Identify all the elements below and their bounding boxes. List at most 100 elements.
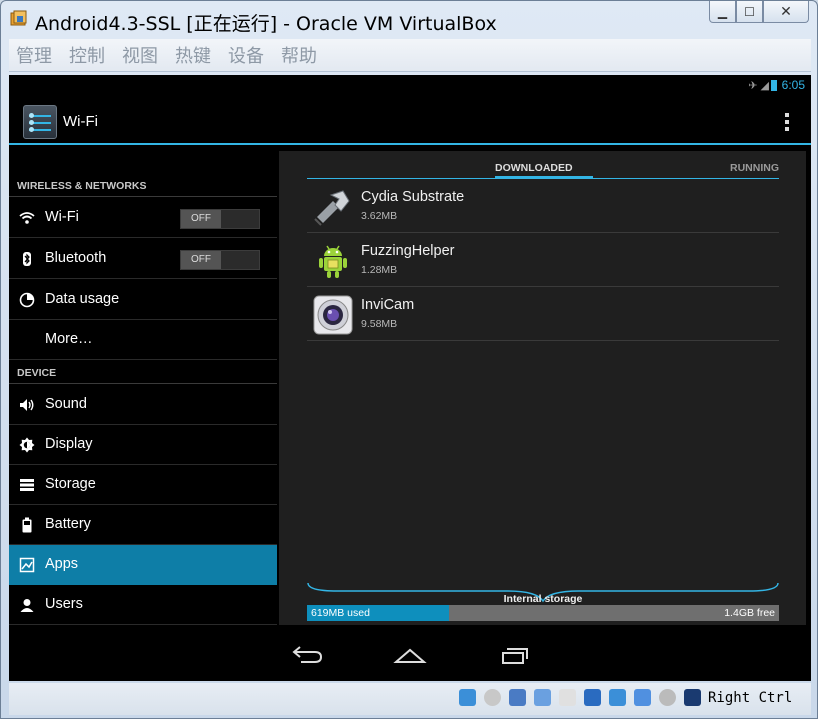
virtualization-icon[interactable] [634,689,651,706]
apps-panel: DOWNLOADED RUNNING Cydia Substrate 3.62M… [279,151,806,625]
android-status-bar: ✈ ◢ 6:05 [9,75,811,97]
settings-item-storage[interactable]: Storage [9,465,277,505]
section-divider [9,383,277,384]
menu-devices[interactable]: 设备 [228,42,264,68]
apps-icon [19,557,35,573]
wifi-icon [19,210,35,226]
settings-item-label: Apps [45,556,79,572]
menu-control[interactable]: 控制 [69,42,105,68]
app-name: FuzzingHelper [361,243,455,259]
settings-item-battery[interactable]: Battery [9,505,277,545]
settings-list: WIRELESS & NETWORKS Wi-Fi OFF Bluetooth … [9,147,277,637]
app-name: InviCam [361,297,415,313]
usb-icon[interactable] [534,689,551,706]
mouse-integration-icon[interactable] [659,689,676,706]
window-title: Android4.3-SSL [正在运行] - Oracle VM Virtua… [35,13,497,35]
settings-item-apps[interactable]: Apps [9,545,277,585]
settings-item-label: Users [45,596,83,612]
vm-status-bar: Right Ctrl [9,683,811,715]
menu-bar: 管理 控制 视图 热键 设备 帮助 [9,39,811,72]
cydia-substrate-icon [314,190,350,226]
settings-item-label: Battery [45,516,91,532]
overflow-menu-icon[interactable] [785,113,789,134]
settings-item-sound[interactable]: Sound [9,385,277,425]
android-nav-bar [9,631,811,681]
storage-bar: 619MB used 1.4GB free [307,605,779,621]
menu-hotkeys[interactable]: 热键 [175,42,211,68]
guest-screen[interactable]: ✈ ◢ 6:05 Wi-Fi WIRELESS & NETWORKS Wi-Fi… [9,75,811,681]
storage-label: Internal storage [503,593,583,605]
wifi-toggle[interactable]: OFF [180,209,260,229]
tab-downloaded[interactable]: DOWNLOADED [495,162,573,174]
maximize-icon[interactable]: ☐ [736,1,763,23]
settings-item-more[interactable]: More… [9,320,277,360]
section-wireless-header: WIRELESS & NETWORKS [17,180,147,192]
storage-summary: Internal storage 619MB used 1.4GB free [307,579,779,623]
apps-tabs: DOWNLOADED RUNNING [307,157,779,179]
camera-lens-icon [313,295,353,335]
battery-icon [19,517,35,533]
app-name: Cydia Substrate [361,189,465,205]
section-device-header: DEVICE [17,367,57,379]
menu-view[interactable]: 视图 [122,42,158,68]
tab-running[interactable]: RUNNING [730,162,779,174]
action-bar-title: Wi-Fi [63,113,98,130]
settings-item-label: Display [45,436,93,452]
toggle-label: OFF [181,251,221,269]
network-icon[interactable] [509,689,526,706]
window-controls: ▁ ☐ ✕ [709,1,809,25]
battery-status-icon [771,80,777,91]
bluetooth-toggle[interactable]: OFF [180,250,260,270]
app-list-item[interactable]: InviCam 9.58MB [307,287,779,341]
settings-item-display[interactable]: Display [9,425,277,465]
action-bar: Wi-Fi [9,97,811,145]
minimize-icon[interactable]: ▁ [709,1,736,23]
app-list-item[interactable]: FuzzingHelper 1.28MB [307,233,779,287]
host-key-label: Right Ctrl [708,690,793,706]
settings-item-label: Storage [45,476,96,492]
toggle-label: OFF [181,210,221,228]
menu-manage[interactable]: 管理 [16,42,52,68]
storage-used-label: 619MB used [311,607,370,619]
app-size: 9.58MB [361,318,398,330]
settings-icon[interactable] [23,105,57,139]
settings-item-users[interactable]: Users [9,585,277,625]
storage-icon [19,477,35,493]
recent-apps-icon[interactable] [495,643,535,669]
title-bar[interactable]: Android4.3-SSL [正在运行] - Oracle VM Virtua… [1,1,817,37]
settings-item-bluetooth[interactable]: Bluetooth OFF [9,239,277,279]
signal-icon: ✈ ◢ [748,80,769,92]
video-capture-icon[interactable] [609,689,626,706]
settings-item-label: Sound [45,396,87,412]
close-icon[interactable]: ✕ [763,1,809,23]
storage-free-label: 1.4GB free [724,607,775,619]
keyboard-capture-icon[interactable] [684,689,701,706]
virtualbox-icon [10,10,27,26]
app-size: 3.62MB [361,210,398,222]
settings-item-data-usage[interactable]: Data usage [9,280,277,320]
settings-item-label: More… [45,331,93,347]
settings-item-wifi[interactable]: Wi-Fi OFF [9,198,277,238]
brightness-icon [19,437,35,453]
data-usage-icon [19,292,35,308]
virtualbox-window: Android4.3-SSL [正在运行] - Oracle VM Virtua… [0,0,818,719]
app-list-item[interactable]: Cydia Substrate 3.62MB [307,179,779,233]
shared-folder-icon[interactable] [559,689,576,706]
settings-item-label: Bluetooth [45,250,107,266]
app-size: 1.28MB [361,264,398,276]
optical-drive-icon[interactable] [484,689,501,706]
android-robot-icon [319,245,347,278]
status-time: 6:05 [781,78,805,92]
vm-status-icons [459,689,709,706]
user-icon [19,597,35,613]
bluetooth-icon [19,251,35,267]
display-icon[interactable] [584,689,601,706]
menu-help[interactable]: 帮助 [281,42,317,68]
settings-item-label: Data usage [45,291,120,307]
home-icon[interactable] [390,643,430,669]
hard-disk-icon[interactable] [459,689,476,706]
settings-item-label: Wi-Fi [45,209,79,225]
speaker-icon [19,397,35,413]
back-icon[interactable] [287,643,327,669]
section-divider [9,196,277,197]
